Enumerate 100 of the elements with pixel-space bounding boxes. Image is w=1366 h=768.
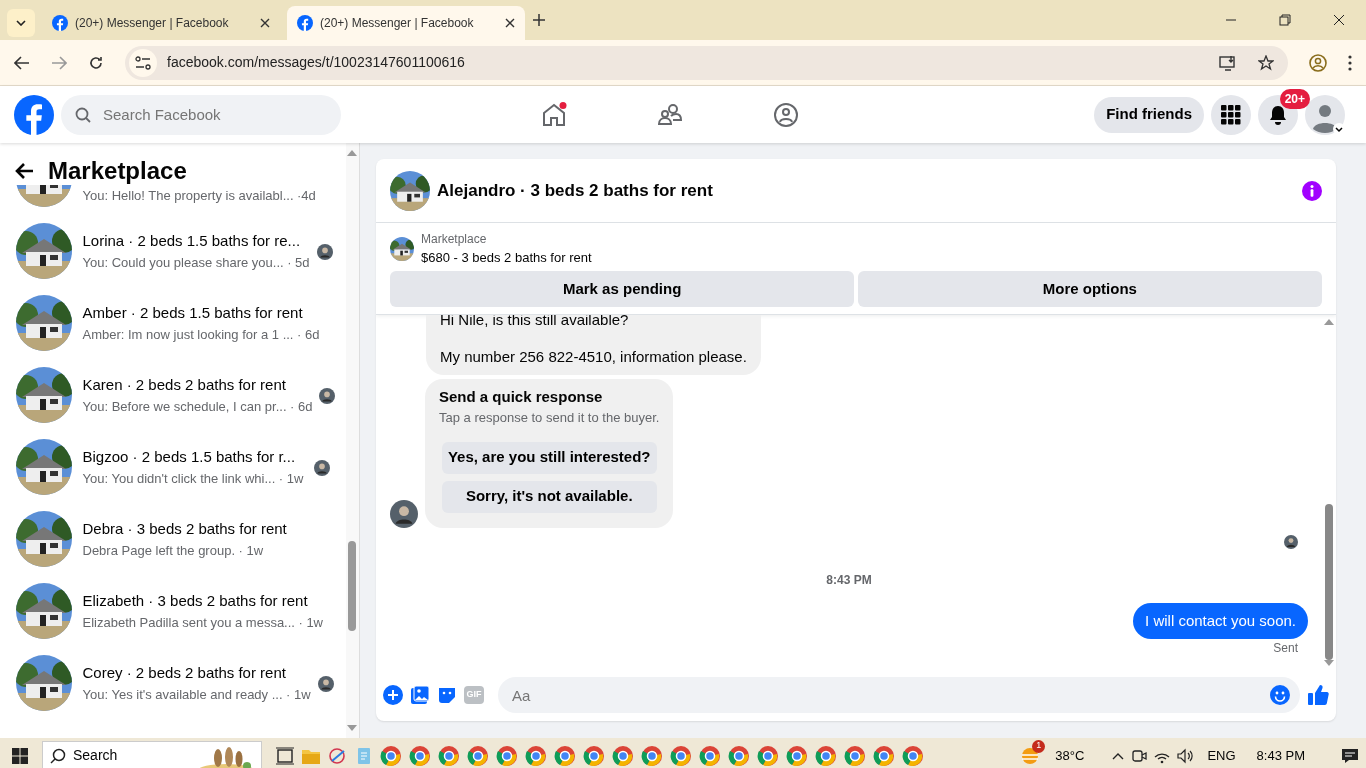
browser-icon[interactable]	[902, 744, 924, 767]
volume-icon[interactable]	[1177, 747, 1194, 764]
windows-icon[interactable]	[12, 747, 28, 764]
conversation-item[interactable]: You: Hello! The property is availabl... ·4d	[0, 185, 346, 207]
quick-reply-button[interactable]: Yes, are you still interested?	[441, 441, 657, 474]
conversation-item[interactable]: Corey · 2 beds 2 baths for rent You: Yes it's available and ready ... · 1w	[0, 647, 346, 719]
conversation-item[interactable]: Karen · 2 beds 2 baths for rent You: Before we schedule, I can pr... · 6d	[0, 359, 346, 431]
message-field[interactable]: Aa	[498, 677, 1300, 713]
message-preview: You: Before we schedule, I can pr...	[82, 397, 287, 416]
info-icon[interactable]	[1302, 180, 1322, 201]
account-avatar[interactable]	[1305, 94, 1345, 135]
reload-icon[interactable]	[88, 54, 104, 71]
search-icon	[50, 747, 66, 764]
avatar-icon	[390, 499, 418, 528]
search-icon	[75, 106, 91, 123]
message-bubble: I will contact you soon.	[1133, 602, 1308, 639]
chat-title: Alejandro · 3 beds 2 baths for rent	[437, 179, 714, 202]
bell-icon	[1268, 104, 1288, 125]
facebook-logo[interactable]	[14, 94, 54, 135]
task-view-icon[interactable]	[276, 746, 294, 765]
scroll-up-icon[interactable]	[1324, 318, 1334, 325]
browser-icon[interactable]	[380, 744, 402, 767]
message-time: · 1w	[286, 685, 311, 704]
back-icon[interactable]	[14, 162, 34, 180]
browser-icon[interactable]	[467, 744, 489, 767]
close-icon[interactable]	[1333, 14, 1345, 26]
browser-icon[interactable]	[757, 744, 779, 767]
quick-reply-button[interactable]: Sorry, it's not available.	[441, 480, 657, 513]
browser-icon[interactable]	[496, 744, 518, 767]
notification-icon[interactable]	[1341, 747, 1359, 764]
clock[interactable]: 8:43 PM	[1256, 745, 1305, 766]
menu-button[interactable]	[1211, 94, 1251, 135]
browser-icon[interactable]	[670, 744, 692, 767]
conversation-item[interactable]: Elizabeth · 3 beds 2 baths for rent Elizabeth Padilla sent you a messa... · 1w	[0, 575, 346, 647]
browser-icon[interactable]	[612, 744, 634, 767]
message-preview: You: You didn't click the link whi...	[82, 469, 276, 488]
snipping-icon[interactable]	[328, 746, 348, 765]
home-icon[interactable]	[541, 101, 567, 128]
new-tab-icon[interactable]	[532, 13, 546, 27]
meet-icon[interactable]	[1131, 747, 1148, 764]
image-icon[interactable]	[410, 685, 430, 705]
site-settings-icon[interactable]	[134, 55, 151, 70]
action-button[interactable]: Mark as pending	[390, 271, 855, 307]
install-icon[interactable]	[1219, 54, 1237, 71]
message-preview: You: Hello! The property is availabl...	[82, 187, 294, 206]
browser-icon[interactable]	[583, 744, 605, 767]
scrollbar-thumb[interactable]	[348, 540, 357, 631]
conversation-title: Bigzoo · 2 beds 1.5 baths for r...	[82, 447, 297, 467]
forward-icon[interactable]	[51, 55, 67, 70]
profile-icon[interactable]	[1309, 53, 1327, 72]
friends-icon[interactable]	[657, 101, 683, 128]
plus-icon[interactable]	[383, 685, 403, 705]
browser-icon[interactable]	[641, 744, 663, 767]
restore-icon[interactable]	[1279, 14, 1291, 26]
emoji-icon[interactable]	[1270, 685, 1290, 705]
star-icon[interactable]	[1258, 54, 1274, 71]
facebook-icon	[52, 15, 68, 31]
temperature: 38°C	[1055, 746, 1085, 765]
language-indicator[interactable]: ENG	[1207, 745, 1236, 766]
search-field[interactable]: Search Facebook	[61, 94, 341, 135]
scroll-up-icon[interactable]	[347, 150, 358, 156]
groups-icon[interactable]	[773, 101, 799, 128]
browser-icon[interactable]	[525, 744, 547, 767]
menu-icon[interactable]	[1348, 54, 1352, 71]
browser-icon[interactable]	[409, 744, 431, 767]
conversation-item[interactable]: Amber · 2 beds 1.5 baths for rent Amber: Im now just looking for a 1 ... · 6d	[0, 287, 346, 359]
address-bar[interactable]: facebook.com/messages/t/10023147601100616	[125, 45, 1288, 80]
conversation-item[interactable]: Debra · 3 beds 2 baths for rent Debra Page left the group. · 1w	[0, 503, 346, 575]
browser-icon[interactable]	[786, 744, 808, 767]
close-icon[interactable]	[260, 18, 270, 28]
conversation-item[interactable]: Bigzoo · 2 beds 1.5 baths for r... You: You didn't click the link whi... · 1w	[0, 431, 346, 503]
browser-icon[interactable]	[844, 744, 866, 767]
scrollbar-thumb[interactable]	[1325, 503, 1333, 660]
sticker-icon[interactable]	[437, 685, 457, 705]
browser-icon[interactable]	[815, 744, 837, 767]
message-time: · 6d	[297, 325, 320, 344]
message-preview: Elizabeth Padilla sent you a messa...	[82, 613, 295, 632]
browser-icon[interactable]	[699, 744, 721, 767]
thumbs-up-icon[interactable]	[1307, 684, 1329, 706]
browser-icon[interactable]	[728, 744, 750, 767]
browser-icon[interactable]	[554, 744, 576, 767]
quick-response-subtitle: Tap a response to send it to the buyer.	[439, 409, 660, 427]
taskbar-search[interactable]: Search	[42, 740, 262, 768]
browser-icon[interactable]	[873, 744, 895, 767]
sidebar-title: Marketplace	[48, 156, 187, 186]
browser-tab[interactable]: (20+) Messenger | Facebook	[42, 6, 280, 40]
message-text: Hi Nile, is this still available?	[440, 315, 630, 330]
message-time: · 1w	[298, 613, 323, 632]
close-icon[interactable]	[505, 18, 515, 28]
back-icon[interactable]	[14, 55, 30, 70]
find-friends-button[interactable]: Find friends	[1094, 96, 1204, 133]
browser-tab[interactable]: (20+) Messenger | Facebook	[287, 6, 525, 40]
chevron-up-icon[interactable]	[1112, 751, 1125, 760]
tab-list-button[interactable]	[7, 8, 35, 37]
caret-icon	[16, 19, 26, 26]
action-button[interactable]: More options	[857, 271, 1322, 307]
conversation-item[interactable]: Lorina · 2 beds 1.5 baths for re... You: Could you please share you... · 5d	[0, 215, 346, 287]
scroll-down-icon[interactable]	[347, 725, 358, 731]
message-preview: Debra Page left the group.	[82, 541, 235, 560]
browser-icon[interactable]	[438, 744, 460, 767]
